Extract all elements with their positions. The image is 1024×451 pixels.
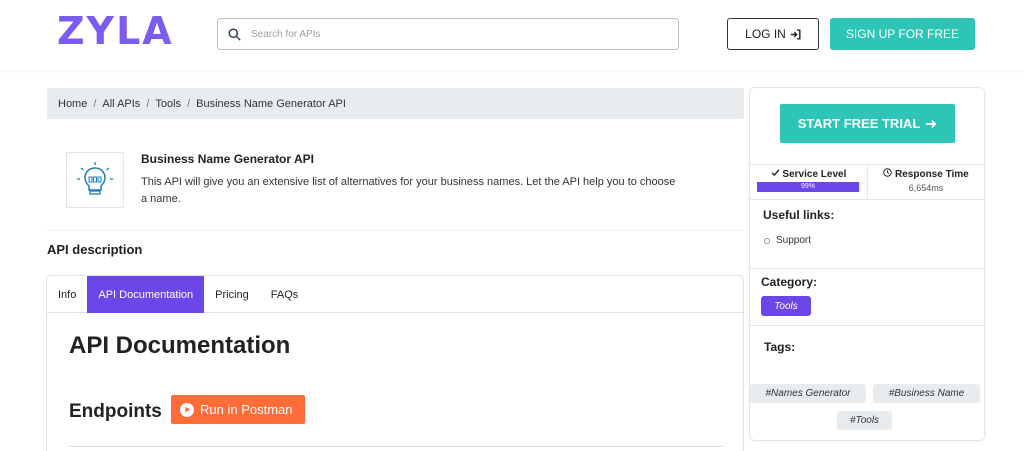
category-badge[interactable]: Tools (761, 296, 811, 316)
api-logo (66, 152, 124, 208)
support-link-label: Support (776, 235, 812, 246)
response-time-value: 6,654ms (908, 183, 944, 193)
search-icon (228, 27, 241, 41)
api-tabs-card: Info API Documentation Pricing FAQs API … (46, 275, 744, 451)
divider (47, 230, 744, 231)
breadcrumb-separator: / (146, 97, 150, 110)
response-time-label-row: Response Time (868, 168, 984, 180)
doc-heading: API Documentation (69, 332, 291, 359)
api-title: Business Name Generator API (141, 152, 314, 166)
breadcrumb-current: Business Name Generator API (196, 97, 346, 110)
play-icon (180, 402, 194, 417)
service-level: Service Level 99% (750, 165, 867, 199)
breadcrumb: Home / All APIs / Tools / Business Name … (47, 88, 744, 119)
bullet-icon (764, 237, 770, 244)
divider (750, 325, 984, 326)
breadcrumb-tools[interactable]: Tools (155, 98, 181, 110)
service-level-label-row: Service Level (750, 168, 867, 180)
service-level-label: Service Level (782, 169, 847, 180)
signup-button[interactable]: SIGN UP FOR FREE (830, 18, 975, 50)
logo-text: ZYLA (57, 9, 174, 53)
login-button[interactable]: LOG IN (727, 18, 819, 50)
signup-label: SIGN UP FOR FREE (845, 27, 960, 41)
search-bar[interactable] (217, 18, 679, 50)
tab-info[interactable]: Info (47, 276, 87, 313)
top-navbar: ZYLA LOG IN SIGN UP FOR FREE (0, 0, 1024, 70)
tags-heading: Tags: (764, 340, 796, 354)
zyla-logo[interactable]: ZYLA (57, 9, 174, 53)
breadcrumb-separator: / (93, 97, 97, 110)
sidebar-card: START FREE TRIAL Service Level 99% Respo… (749, 87, 985, 441)
start-free-trial-button[interactable]: START FREE TRIAL (780, 104, 955, 143)
service-level-fill: 99% (756, 182, 860, 192)
section-title: API description (47, 242, 143, 257)
tab-bar: Info API Documentation Pricing FAQs (47, 276, 743, 313)
check-icon (771, 169, 780, 177)
endpoints-heading: Endpoints (69, 401, 162, 422)
tab-api-documentation[interactable]: API Documentation (87, 276, 205, 313)
support-link[interactable]: Support (764, 235, 811, 246)
arrow-right-icon (926, 119, 937, 128)
run-in-postman-button[interactable]: Run in Postman (171, 395, 305, 424)
tag-names-generator[interactable]: #Names Generator (750, 384, 866, 403)
search-input[interactable] (251, 28, 651, 40)
category-heading: Category: (761, 275, 818, 289)
api-description: This API will give you an extensive list… (141, 176, 676, 205)
tag-tools[interactable]: #Tools (837, 411, 892, 430)
breadcrumb-all-apis[interactable]: All APIs (102, 98, 140, 110)
postman-label: Run in Postman (200, 402, 293, 417)
response-time: Response Time 6,654ms (867, 165, 984, 199)
clock-icon (883, 168, 892, 177)
divider (69, 446, 723, 447)
sign-in-icon (790, 28, 801, 40)
tab-faqs[interactable]: FAQs (260, 276, 310, 313)
useful-links-heading: Useful links: (763, 208, 835, 222)
trial-label: START FREE TRIAL (797, 116, 921, 131)
login-label: LOG IN (745, 27, 786, 41)
breadcrumb-home[interactable]: Home (58, 98, 87, 110)
breadcrumb-separator: / (187, 97, 191, 110)
response-time-label: Response Time (895, 169, 969, 180)
tab-pricing[interactable]: Pricing (204, 276, 260, 313)
divider (750, 268, 984, 269)
tag-business-name[interactable]: #Business Name (873, 384, 980, 403)
metrics-row: Service Level 99% Response Time 6,654ms (750, 164, 984, 200)
service-level-bar: 99% (756, 182, 861, 192)
lightbulb-icon (77, 162, 113, 195)
